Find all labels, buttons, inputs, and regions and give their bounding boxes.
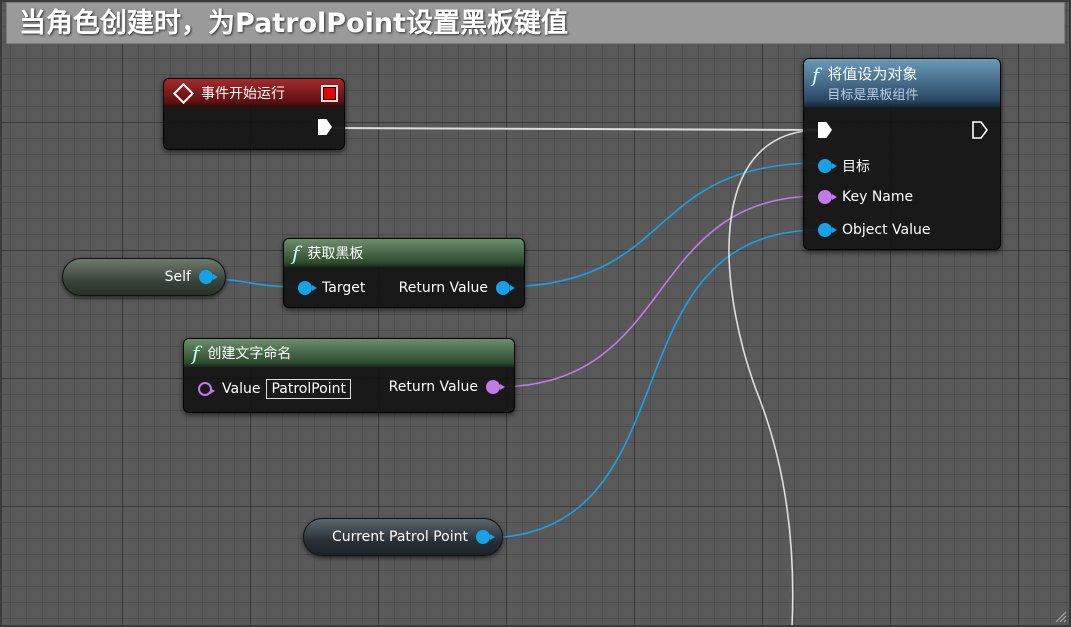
target-pin[interactable]: [298, 281, 317, 295]
exec-out-pin[interactable]: [972, 121, 988, 139]
keyname-pin-row: Key Name: [818, 189, 913, 205]
node-header: f 创建文字命名: [184, 339, 514, 367]
delegate-square-icon[interactable]: [323, 87, 336, 100]
target-pin-row: Target: [298, 280, 365, 296]
get-blackboard-node[interactable]: f 获取黑板 Target Return Value: [283, 238, 525, 308]
exec-in-pin-row: [818, 122, 832, 138]
return-value-pin-row: Return Value: [398, 280, 515, 296]
node-title: 事件开始运行: [201, 86, 285, 102]
value-text-field[interactable]: PatrolPoint: [266, 379, 351, 399]
exec-in-pin[interactable]: [818, 122, 832, 138]
pin-label: Key Name: [842, 189, 914, 205]
return-value-pin[interactable]: [486, 380, 505, 394]
resize-grip-icon[interactable]: [1053, 609, 1067, 623]
value-pin-row: Value PatrolPoint: [198, 379, 351, 399]
return-value-pin-row: Return Value: [388, 379, 505, 395]
self-label: Self: [164, 269, 191, 285]
object-value-pin[interactable]: [818, 223, 837, 237]
pin-label: Target: [322, 280, 366, 296]
target-pin[interactable]: [818, 159, 837, 173]
variable-output-pin[interactable]: [476, 530, 495, 544]
object-value-pin-row: Object Value: [818, 222, 931, 238]
pin-label: 目标: [842, 159, 870, 175]
pin-label: Return Value: [388, 379, 478, 395]
current-patrol-point-variable-node[interactable]: Current Patrol Point: [303, 518, 503, 556]
exec-out-pin-row: [972, 121, 988, 139]
function-f-icon: f: [292, 241, 300, 265]
comment-box-title[interactable]: 当角色创建时，为PatrolPoint设置黑板键值: [6, 2, 1065, 44]
value-pin[interactable]: [198, 382, 215, 396]
node-header: f 将值设为对象 目标是黑板组件: [804, 59, 1000, 107]
node-subtitle: 目标是黑板组件: [827, 88, 919, 103]
variable-label: Current Patrol Point: [331, 529, 468, 545]
pin-label: Return Value: [398, 280, 488, 296]
node-title: 将值设为对象: [827, 65, 918, 83]
node-title: 获取黑板: [307, 246, 364, 262]
node-header: 事件开始运行: [164, 79, 344, 107]
event-begin-play-node[interactable]: 事件开始运行: [163, 78, 345, 150]
self-reference-node[interactable]: Self: [62, 258, 226, 296]
make-literal-name-node[interactable]: f 创建文字命名 Value PatrolPoint Return Value: [183, 338, 515, 413]
event-diamond-icon: [172, 82, 195, 104]
set-value-as-object-node[interactable]: f 将值设为对象 目标是黑板组件 目标 Key Name Object Valu…: [803, 58, 1001, 250]
self-output-pin[interactable]: [199, 270, 218, 284]
function-f-icon: f: [192, 341, 200, 365]
pin-label: Object Value: [842, 222, 931, 238]
target-pin-row: 目标: [818, 156, 870, 176]
node-title: 创建文字命名: [207, 346, 292, 362]
node-header: f 获取黑板: [284, 239, 524, 267]
exec-out-pin[interactable]: [318, 119, 332, 135]
pin-label: Value: [222, 381, 261, 397]
function-f-icon: f: [812, 63, 820, 87]
return-value-pin[interactable]: [496, 281, 515, 295]
exec-out-pin-row: [318, 119, 332, 135]
keyname-pin[interactable]: [818, 190, 837, 204]
